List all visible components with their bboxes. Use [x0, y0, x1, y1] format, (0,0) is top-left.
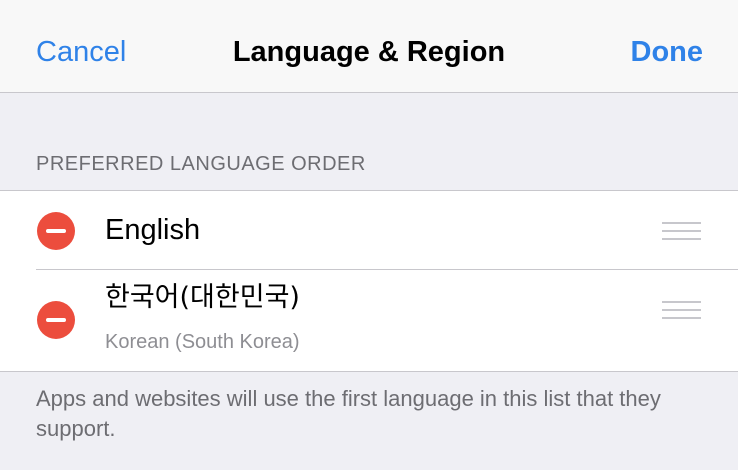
done-button[interactable]: Done [631, 30, 704, 74]
navigation-bar: Cancel Language & Region Done [0, 0, 738, 93]
minus-icon [46, 229, 66, 233]
list-item: 한국어(대한민국) Korean (South Korea) [0, 270, 738, 371]
minus-icon [46, 318, 66, 322]
cancel-button[interactable]: Cancel [36, 30, 126, 74]
delete-korean-button[interactable] [37, 301, 75, 339]
list-item: English [0, 191, 738, 269]
section-header-preferred-language-order: PREFERRED LANGUAGE ORDER [36, 153, 366, 175]
language-subtitle: Korean (South Korea) [105, 331, 300, 353]
language-list: English 한국어(대한민국) Korean (South Korea) [0, 190, 738, 372]
delete-english-button[interactable] [37, 212, 75, 250]
reorder-handle-icon[interactable] [662, 300, 701, 320]
language-name: 한국어(대한민국) [105, 282, 300, 313]
footer-note: Apps and websites will use the first lan… [36, 386, 661, 441]
language-name: English [105, 214, 201, 246]
language-region-screen: Cancel Language & Region Done PREFERRED … [0, 0, 738, 470]
reorder-handle-icon[interactable] [662, 221, 701, 241]
